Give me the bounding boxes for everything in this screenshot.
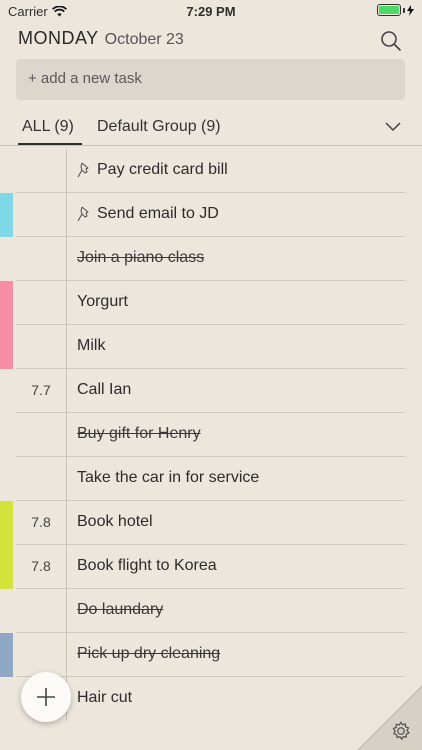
- pin-icon: [77, 162, 89, 178]
- chevron-down-icon[interactable]: [385, 120, 401, 132]
- row-divider: [66, 149, 67, 193]
- add-task-input[interactable]: + add a new task: [16, 59, 405, 100]
- color-tag: [0, 193, 13, 237]
- task-row[interactable]: Hair cut: [16, 677, 405, 721]
- task-row[interactable]: Milk: [0, 325, 405, 369]
- task-title: Call Ian: [77, 381, 131, 399]
- task-label: Take the car in for service: [77, 469, 260, 486]
- task-due-date: 7.8: [31, 558, 51, 574]
- group-tabs: ALL (9) Default Group (9): [0, 112, 422, 146]
- tab-default-group[interactable]: Default Group (9): [97, 118, 221, 136]
- task-due-date: 7.7: [31, 382, 51, 398]
- task-label: Buy gift for Henry: [77, 425, 201, 442]
- task-title: Milk: [77, 337, 105, 355]
- color-tag: [0, 545, 13, 589]
- row-divider: [66, 589, 67, 633]
- gear-icon[interactable]: [390, 720, 412, 742]
- charging-icon: [407, 4, 414, 16]
- task-label: Hair cut: [77, 689, 133, 706]
- task-title: Yorgurt: [77, 293, 128, 311]
- task-title: Book hotel: [77, 513, 153, 531]
- tabs-divider: [0, 145, 422, 146]
- status-time: 7:29 PM: [186, 4, 236, 19]
- row-divider: [66, 193, 67, 237]
- task-title: Pick up dry cleaning: [77, 645, 220, 663]
- add-task-button[interactable]: [21, 672, 71, 722]
- task-list: Pay credit card bill Send email to JD Join…: [0, 149, 422, 721]
- task-title: Take the car in for service: [77, 469, 259, 487]
- task-label: Do laundary: [77, 601, 164, 618]
- task-row[interactable]: Send email to JD: [0, 193, 405, 237]
- task-title: Do laundary: [77, 601, 163, 619]
- row-divider: [66, 633, 67, 677]
- task-label: Call Ian: [77, 381, 132, 398]
- task-title: Buy gift for Henry: [77, 425, 201, 443]
- task-row[interactable]: Do laundary: [16, 589, 405, 633]
- color-tag: [0, 501, 13, 545]
- task-title: Book flight to Korea: [77, 557, 217, 575]
- task-label: Pay credit card bill: [97, 161, 228, 178]
- battery-icon: [377, 4, 414, 16]
- date-label: October 23: [104, 31, 184, 48]
- row-divider: [66, 413, 67, 457]
- date-header: MONDAY October 23: [18, 28, 184, 49]
- task-label: Book hotel: [77, 513, 153, 530]
- row-divider: [66, 325, 67, 369]
- task-label: Pick up dry cleaning: [77, 645, 221, 662]
- row-divider: [66, 369, 67, 413]
- task-title: Send email to JD: [77, 205, 219, 223]
- task-row[interactable]: 7.8 Book hotel: [0, 501, 405, 545]
- task-title: Join a piano class: [77, 249, 204, 267]
- status-bar: Carrier 7:29 PM: [0, 0, 422, 22]
- task-row[interactable]: Pick up dry cleaning: [0, 633, 405, 677]
- row-divider: [66, 237, 67, 281]
- task-label: Join a piano class: [77, 249, 205, 266]
- task-row[interactable]: Yorgurt: [0, 281, 405, 325]
- day-label: MONDAY: [18, 28, 99, 48]
- task-row[interactable]: 7.7 Call Ian: [16, 369, 405, 413]
- task-row[interactable]: 7.8 Book flight to Korea: [0, 545, 405, 589]
- task-row[interactable]: Pay credit card bill: [16, 149, 405, 193]
- color-tag: [0, 281, 13, 325]
- row-divider: [66, 457, 67, 501]
- task-title: Hair cut: [77, 689, 132, 707]
- task-due-date: 7.8: [31, 514, 51, 530]
- row-divider: [66, 281, 67, 325]
- task-row[interactable]: Buy gift for Henry: [16, 413, 405, 457]
- tab-all[interactable]: ALL (9): [22, 118, 74, 136]
- task-row[interactable]: Take the car in for service: [16, 457, 405, 501]
- task-title: Pay credit card bill: [77, 161, 228, 179]
- task-row[interactable]: Join a piano class: [16, 237, 405, 281]
- row-divider: [66, 501, 67, 545]
- pin-icon: [77, 206, 89, 222]
- task-label: Send email to JD: [97, 205, 219, 222]
- plus-icon: [37, 688, 55, 706]
- search-icon[interactable]: [380, 30, 402, 52]
- task-label: Yorgurt: [77, 293, 128, 310]
- color-tag: [0, 325, 13, 369]
- color-tag: [0, 633, 13, 677]
- task-label: Milk: [77, 337, 106, 354]
- row-divider: [66, 545, 67, 589]
- task-label: Book flight to Korea: [77, 557, 217, 574]
